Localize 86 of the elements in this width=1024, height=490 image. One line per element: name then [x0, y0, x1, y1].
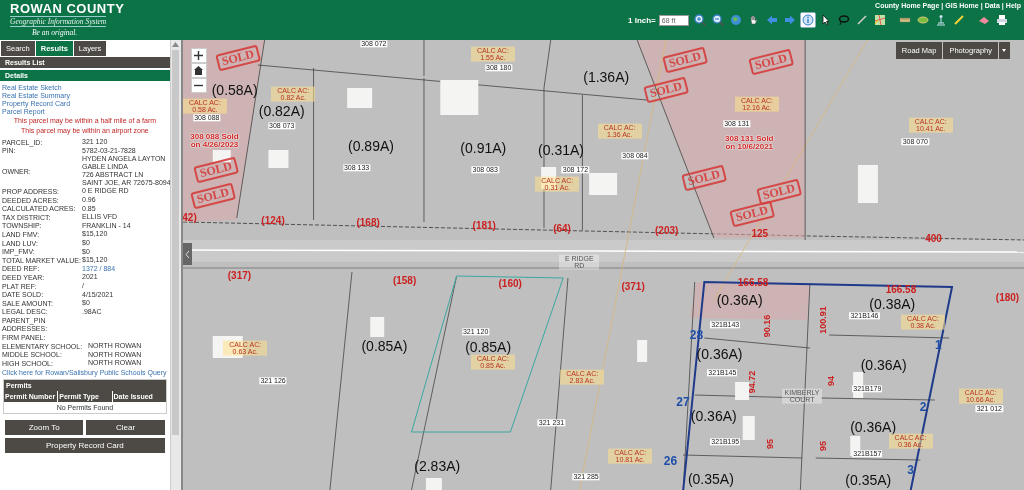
frontage-label: 125 [751, 228, 769, 240]
sale-label: 308 131 Sold on 10/6/2021 [724, 134, 775, 152]
acreage-label: (0.36A) [850, 419, 897, 435]
home-icon [194, 66, 204, 75]
zoom-in-icon [693, 14, 706, 26]
sold-stamp: SOLD [729, 200, 775, 228]
acreage-label: (0.36A) [860, 357, 907, 373]
acreage-label: (0.82A) [258, 103, 305, 119]
forward-arrow-icon [783, 14, 796, 26]
collapse-panel-button[interactable] [182, 243, 192, 265]
frontage-label: 42) [182, 212, 197, 224]
side-length-label: 90.16 [763, 314, 774, 338]
acreage-label: (0.31A) [538, 142, 585, 158]
side-length-label: 95 [766, 439, 777, 449]
info-icon [801, 14, 814, 26]
area-icon [916, 14, 929, 26]
acreage-label: (0.85A) [465, 339, 512, 355]
sold-stamp: SOLD [662, 46, 708, 74]
line-icon [855, 14, 868, 26]
action-button[interactable]: Zoom To [5, 419, 84, 435]
tower-icon [934, 14, 947, 26]
zoom-in-button[interactable] [190, 48, 207, 63]
acreage-label: (0.85A) [361, 338, 408, 354]
tool-button[interactable] [799, 12, 816, 28]
tool-button[interactable] [709, 12, 726, 28]
frontage-label: 400 [925, 233, 942, 245]
acreage-label: (0.36A) [690, 408, 737, 424]
side-length-label: 94.72 [748, 370, 758, 394]
caret-icon [1002, 49, 1007, 52]
sold-stamp: SOLD [642, 76, 689, 104]
side-length-label: 100.91 [819, 306, 829, 334]
acreage-label: (0.58A) [211, 82, 258, 98]
frontage-label: (160) [498, 278, 522, 290]
frontage-label: (168) [356, 217, 380, 229]
lot-number: 2 [919, 400, 927, 414]
scale-label: 1 Inch= [628, 15, 656, 25]
side-length-label: 95 [819, 441, 829, 451]
zoom-out-button[interactable] [190, 78, 207, 93]
frontage-label: (124) [261, 215, 285, 227]
frontage-label: (371) [621, 281, 645, 293]
basemap-dropdown[interactable] [999, 42, 1010, 59]
logo-title: ROWAN COUNTY [10, 2, 125, 16]
acreage-label: (0.38A) [869, 296, 916, 312]
back-arrow-icon [765, 14, 778, 26]
acreage-label: (0.91A) [460, 140, 507, 156]
tool-button[interactable] [691, 12, 708, 28]
acreage-label: (2.83A) [414, 458, 461, 474]
sold-stamp: SOLD [189, 182, 236, 210]
map-icon [873, 14, 886, 26]
sold-stamp: SOLD [681, 164, 727, 192]
frontage-label: (203) [655, 225, 679, 237]
frontage-label: (317) [227, 270, 252, 282]
globe-icon [729, 14, 742, 26]
eraser-icon [977, 14, 990, 26]
sold-stamp: SOLD [215, 44, 262, 72]
hand-icon [747, 14, 760, 26]
scroll-up-icon[interactable] [172, 42, 180, 47]
frontage-label: (181) [472, 220, 496, 232]
frontage-label: (180) [995, 292, 1020, 304]
action-button[interactable]: Property Record Card [5, 437, 165, 453]
acreage-label: (0.89A) [348, 138, 394, 154]
lot-number: 27 [676, 395, 690, 409]
action-button[interactable]: Clear [86, 419, 165, 435]
lasso-icon [837, 14, 850, 26]
frontage-label: (64) [553, 223, 571, 235]
scrollbar-thumb[interactable] [172, 50, 180, 435]
acreage-label: (0.35A) [687, 471, 734, 487]
sold-stamp: SOLD [756, 178, 802, 206]
frontage-label: 166.58 [885, 284, 917, 296]
side-length-label: 94 [827, 376, 837, 386]
ruler-icon [898, 14, 911, 26]
acreage-label: (0.36A) [716, 292, 763, 308]
printer-icon [995, 14, 1008, 26]
pencil-icon [952, 14, 965, 26]
plus-icon [194, 51, 204, 60]
acreage-label: (0.35A) [845, 472, 892, 488]
pointer-icon [819, 14, 832, 26]
sold-stamp: SOLD [748, 48, 795, 76]
home-button[interactable] [190, 63, 207, 78]
acreage-label: (1.36A) [583, 69, 630, 85]
zoom-out-icon [711, 14, 724, 26]
lot-number: 3 [907, 463, 914, 477]
sale-label: 308 088 Sold on 4/26/2023 [189, 132, 240, 150]
lot-number: 26 [663, 454, 678, 468]
chevron-left-icon [184, 250, 190, 258]
frontage-label: (158) [392, 275, 417, 287]
